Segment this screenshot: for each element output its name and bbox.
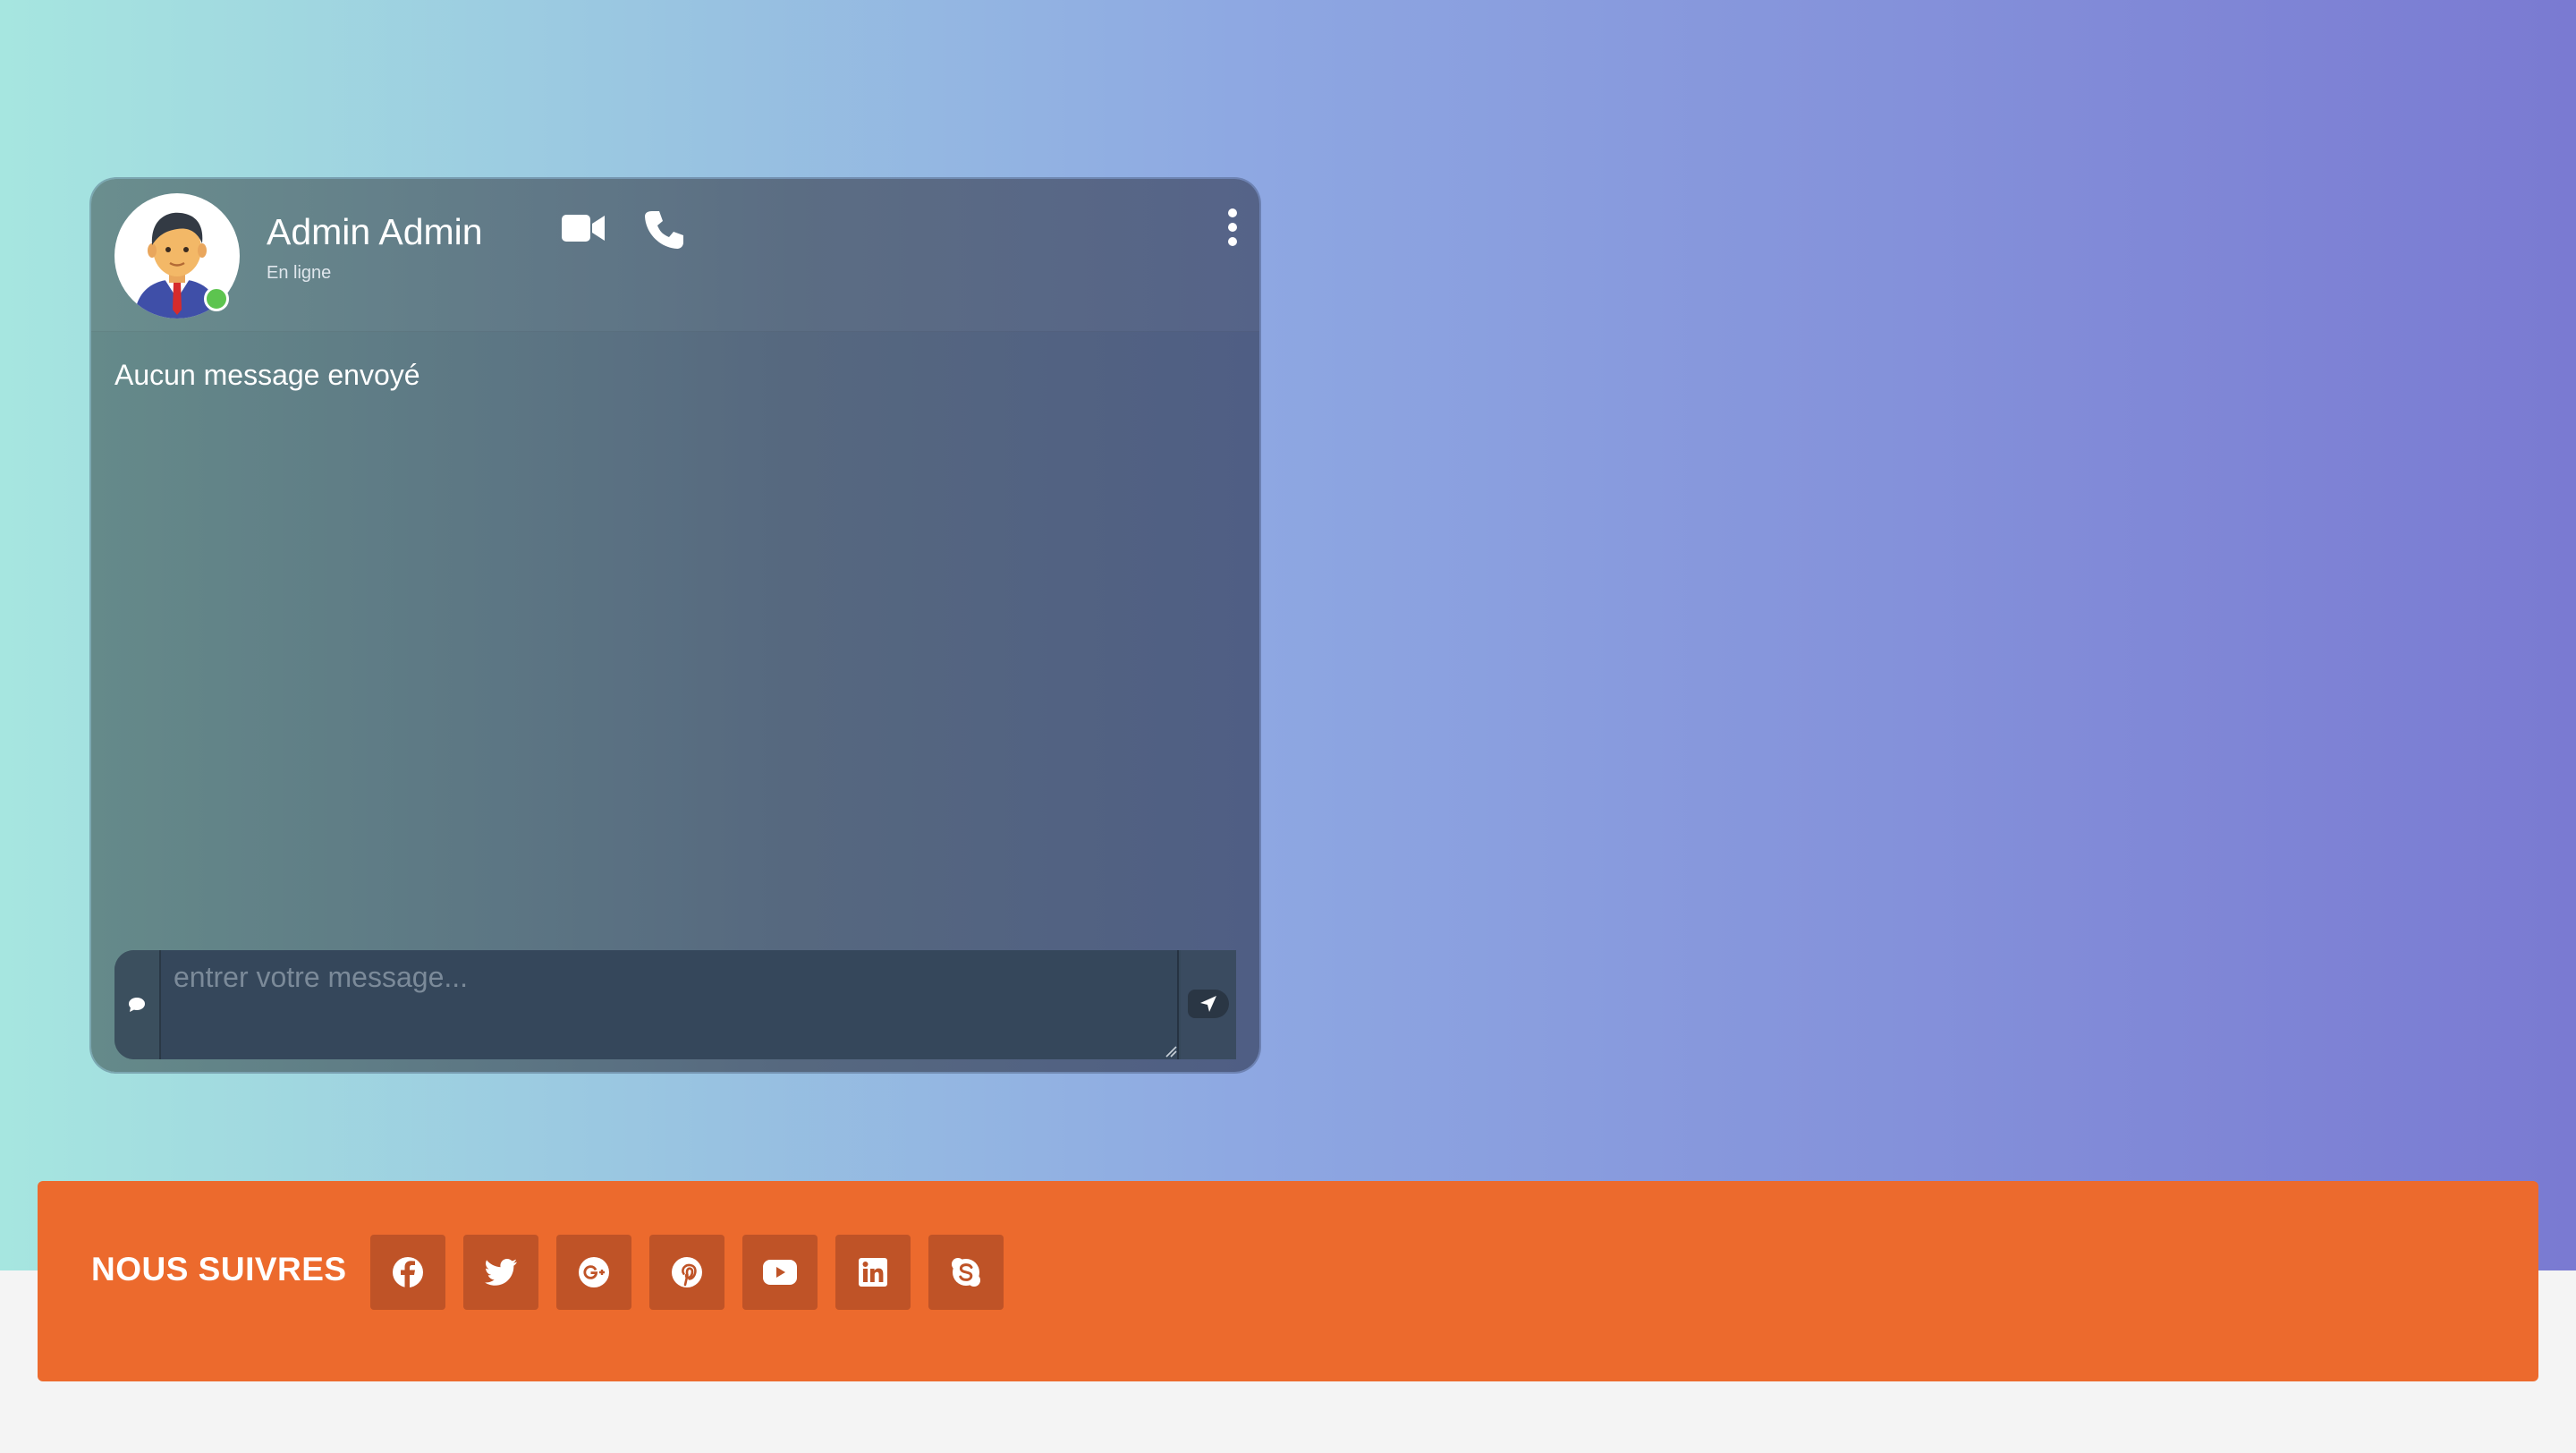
linkedin-icon [859, 1258, 887, 1287]
chat-bubble-icon [129, 998, 145, 1012]
social-footer: NOUS SUIVRES [38, 1181, 2538, 1381]
send-area [1181, 950, 1236, 1059]
more-options-button[interactable] [1225, 208, 1240, 247]
voice-call-button[interactable] [644, 209, 683, 249]
contact-name: Admin Admin [267, 211, 483, 252]
resize-handle-icon[interactable] [1163, 1043, 1177, 1058]
video-camera-icon [562, 215, 605, 242]
youtube-icon [763, 1260, 797, 1285]
pinterest-icon [672, 1257, 702, 1287]
vertical-ellipsis-icon [1228, 208, 1237, 246]
online-status-dot [204, 286, 229, 311]
send-button[interactable] [1188, 990, 1229, 1018]
facebook-icon [393, 1257, 423, 1288]
message-composer [114, 950, 1236, 1059]
linkedin-link[interactable] [835, 1235, 911, 1310]
composer-icon-addon [114, 950, 161, 1059]
paper-plane-icon [1200, 996, 1216, 1012]
youtube-link[interactable] [742, 1235, 818, 1310]
twitter-icon [485, 1259, 517, 1286]
google-plus-icon [579, 1257, 609, 1287]
twitter-link[interactable] [463, 1235, 538, 1310]
chat-window: Admin Admin En ligne Aucun message envoy… [91, 179, 1259, 1072]
facebook-link[interactable] [370, 1235, 445, 1310]
video-call-button[interactable] [562, 213, 605, 243]
chat-header: Admin Admin En ligne [91, 179, 1259, 332]
empty-message-text: Aucun message envoyé [114, 359, 420, 391]
follow-us-label: NOUS SUIVRES [91, 1251, 347, 1287]
message-input[interactable] [161, 950, 1179, 1059]
google-plus-link[interactable] [556, 1235, 631, 1310]
skype-link[interactable] [928, 1235, 1004, 1310]
contact-status: En ligne [267, 263, 332, 283]
skype-icon [952, 1258, 980, 1287]
phone-icon [645, 211, 683, 249]
pinterest-link[interactable] [649, 1235, 724, 1310]
